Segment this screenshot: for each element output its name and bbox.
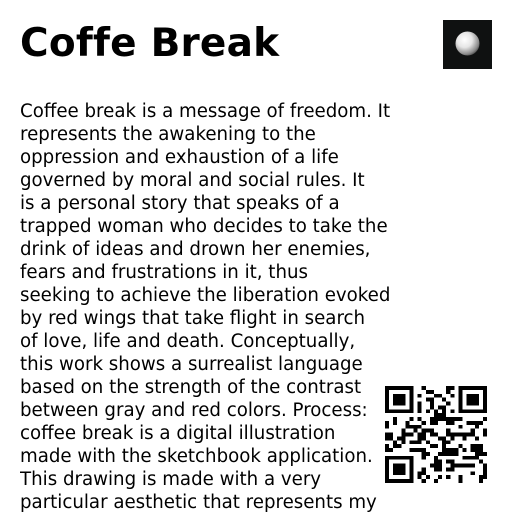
page-title: Coffe Break — [20, 21, 280, 66]
description-line: of love, life and death. Conceptually, — [20, 331, 356, 352]
description-line: between gray and red colors. Process: — [20, 400, 368, 421]
qr-code-icon — [385, 386, 487, 483]
description-line: particular aesthetic that represents my — [20, 492, 377, 512]
artwork-page: Coffe Break Coffee break is a message of… — [0, 0, 512, 512]
description-line: drink of ideas and drown her enemies, — [20, 239, 371, 260]
description-line: this work shows a surrealist language — [20, 354, 363, 375]
description-line: by red wings that take flight in search — [20, 308, 366, 329]
description-line: fears and frustrations in it, thus — [20, 262, 308, 283]
description-line: trapped woman who decides to take the — [20, 216, 388, 237]
moon-sphere-icon — [455, 31, 480, 56]
description-line: seeking to achieve the liberation evoked — [20, 285, 391, 306]
description-line: governed by moral and social rules. It — [20, 170, 365, 191]
artwork-thumbnail[interactable] — [443, 20, 492, 69]
description-line: made with the sketchbook application. — [20, 446, 373, 467]
description-line: Coffee break is a message of freedom. It — [20, 101, 391, 122]
description-line: represents the awakening to the — [20, 124, 316, 145]
description-line: coffee break is a digital illustration — [20, 423, 336, 444]
description-line: oppression and exhaustion of a life — [20, 147, 339, 168]
description-line: is a personal story that speaks of a — [20, 193, 340, 214]
description-line: based on the strength of the contrast — [20, 377, 362, 398]
qr-code[interactable] — [385, 386, 487, 483]
